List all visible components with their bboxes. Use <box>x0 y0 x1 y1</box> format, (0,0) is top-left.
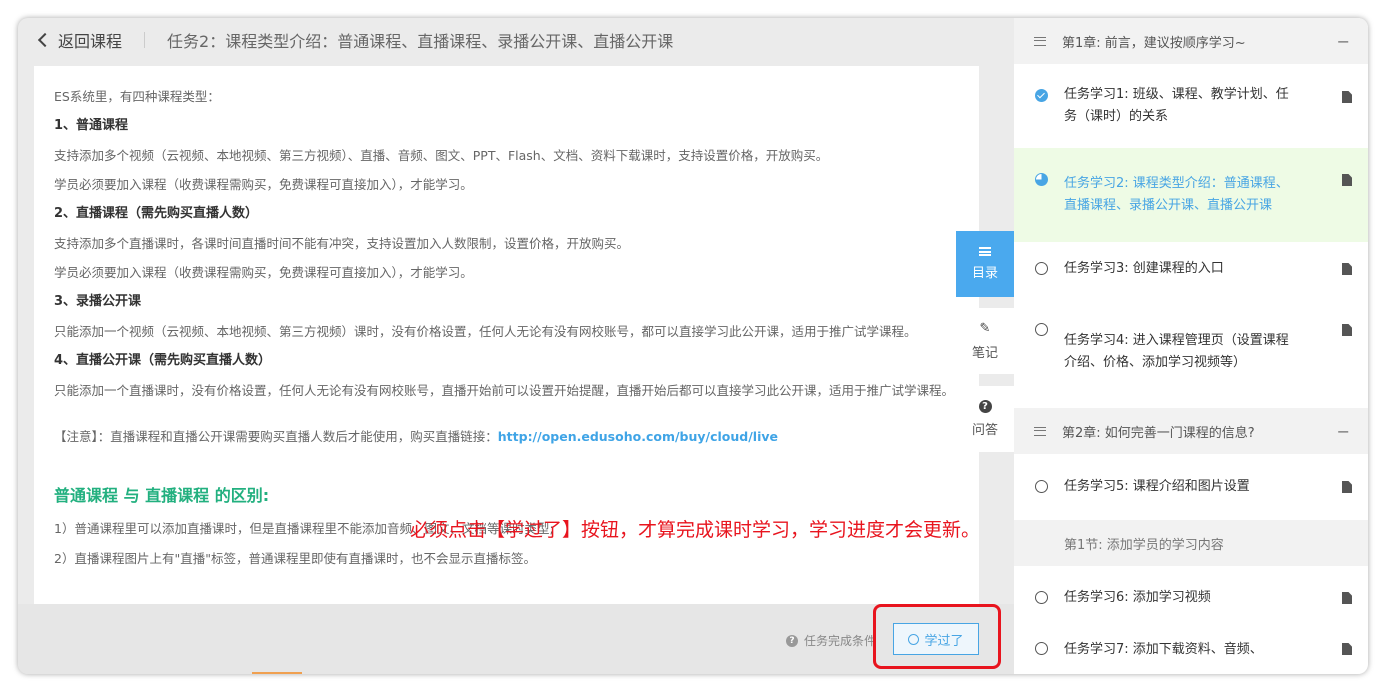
tab-qa-label: 问答 <box>971 423 998 438</box>
annotation-text: 必须点击【学过了】按钮，才算完成课时学习，学习进度才会更新。 <box>410 519 981 541</box>
section-1-title: 第1节: 添加学员的学习内容 <box>1064 537 1224 553</box>
document-icon <box>1342 263 1352 275</box>
content-paragraph: ES系统里，有四种课程类型： <box>54 89 220 104</box>
tab-directory[interactable]: 目录 <box>956 231 1014 297</box>
document-icon <box>1342 643 1352 655</box>
chapter-1-title: 第1章: 前言，建议按顺序学习~ <box>1062 35 1246 51</box>
lesson-6-label: 任务学习6: 添加学习视频 <box>1064 590 1211 605</box>
question-circle-icon: ? <box>978 400 992 413</box>
lesson-4-label: 任务学习4: 进入课程管理页（设置课程介绍、价格、添加学习视频等） <box>1064 333 1289 370</box>
list-icon <box>1034 36 1046 46</box>
difference-item-2: 2）直播课程图片上有"直播"标签，普通课程里即使有直播课时，也不会显示直播标签。 <box>54 550 536 566</box>
header-divider <box>144 32 146 48</box>
content-paragraph: 学员必须要加入课程（收费课程需购买，免费课程可直接加入），才能学习。 <box>54 265 473 281</box>
not-started-icon <box>1035 591 1048 604</box>
document-icon <box>1342 174 1352 186</box>
content-paragraphs: ES系统里，有四种课程类型： 1、普通课程支持添加多个视频（云视频、本地视频、第三… <box>54 88 959 400</box>
in-progress-icon <box>1035 173 1048 186</box>
pencil-icon: ✎ <box>979 321 991 336</box>
tab-qa[interactable]: ? 问答 <box>956 386 1014 452</box>
not-started-icon <box>1035 642 1048 655</box>
document-icon <box>1342 91 1352 103</box>
lesson-item-3[interactable]: 任务学习3: 创建课程的入口 <box>1014 242 1368 296</box>
top-header: 返回课程 任务2：课程类型介绍：普通课程、直播课程、录播公开课、直播公开课 <box>18 18 1014 62</box>
lesson-2-label: 任务学习2: 课程类型介绍：普通课程、直播课程、录播公开课、直播公开课 <box>1064 176 1289 213</box>
content-paragraph: 只能添加一个直播课时，没有价格设置，任何人无论有没有网校账号，直播开始前可以设置… <box>54 383 955 399</box>
lesson-item-6[interactable]: 任务学习6: 添加学习视频 <box>1014 566 1368 630</box>
section-heading: 2、直播课程（需先购买直播人数） <box>54 206 259 222</box>
app-window: 返回课程 任务2：课程类型介绍：普通课程、直播课程、录播公开课、直播公开课 ES… <box>18 18 1368 674</box>
chevron-left-icon <box>37 32 53 48</box>
content-paragraph: 支持添加多个视频（云视频、本地视频、第三方视频）、直播、音频、图文、PPT、Fl… <box>54 147 829 163</box>
not-started-icon <box>1035 480 1048 493</box>
list-icon <box>1034 426 1046 436</box>
completed-icon <box>1035 89 1048 102</box>
lesson-1-label: 任务学习1: 班级、课程、教学计划、任务（课时）的关系 <box>1064 87 1289 124</box>
lesson-item-7[interactable]: 任务学习7: 添加下载资料、音频、 <box>1014 630 1368 670</box>
difference-title: 普通课程 与 直播课程 的区别: <box>54 486 270 506</box>
tab-notes[interactable]: ✎ 笔记 <box>956 308 1014 374</box>
not-started-icon <box>1035 262 1048 275</box>
menu-icon <box>979 247 991 256</box>
task-condition[interactable]: ? 任务完成条件 <box>786 632 876 649</box>
not-started-icon <box>1035 323 1048 336</box>
document-icon <box>1342 592 1352 604</box>
highlight-box <box>873 604 1001 669</box>
collapse-icon[interactable]: − <box>1337 32 1350 51</box>
section-heading: 3、录播公开课 <box>54 294 142 310</box>
content-paragraph: 支持添加多个直播课时，各课时间直播时间不能有冲突，支持设置加入人数限制，设置价格… <box>54 236 630 252</box>
back-label: 返回课程 <box>58 32 123 51</box>
task-title: 任务2：课程类型介绍：普通课程、直播课程、录播公开课、直播公开课 <box>167 32 674 51</box>
bottom-bar: ? 任务完成条件 学过了 <box>18 604 1014 674</box>
collapse-icon[interactable]: − <box>1337 422 1350 441</box>
note-paragraph: 【注意】：直播课程和直播公开课需要购买直播人数后才能使用，购买直播链接：http… <box>54 428 959 446</box>
lesson-3-label: 任务学习3: 创建课程的入口 <box>1064 261 1224 276</box>
document-icon <box>1342 481 1352 493</box>
section-heading: 4、直播公开课（需先购买直播人数） <box>54 353 272 369</box>
document-icon <box>1342 324 1352 336</box>
question-icon: ? <box>786 634 798 647</box>
lesson-7-label: 任务学习7: 添加下载资料、音频、 <box>1064 642 1263 657</box>
chapter-1[interactable]: 第1章: 前言，建议按顺序学习~ − <box>1014 18 1368 64</box>
back-to-course-link[interactable]: 返回课程 <box>37 28 123 52</box>
lesson-item-2[interactable]: 任务学习2: 课程类型介绍：普通课程、直播课程、录播公开课、直播公开课 <box>1014 148 1368 242</box>
content-paragraph: 只能添加一个视频（云视频、本地视频、第三方视频）课时，没有价格设置，任何人无论有… <box>54 324 917 340</box>
lesson-5-label: 任务学习5: 课程介绍和图片设置 <box>1064 479 1250 494</box>
note-text: 【注意】：直播课程和直播公开课需要购买直播人数后才能使用，购买直播链接： <box>54 429 498 445</box>
tab-notes-label: 笔记 <box>971 346 998 361</box>
section-1: 第1节: 添加学员的学习内容 <box>1014 520 1368 566</box>
lesson-item-1[interactable]: 任务学习1: 班级、课程、教学计划、任务（课时）的关系 <box>1014 64 1368 148</box>
lesson-item-4[interactable]: 任务学习4: 进入课程管理页（设置课程介绍、价格、添加学习视频等） <box>1014 296 1368 408</box>
condition-label: 任务完成条件 <box>804 634 877 648</box>
lesson-item-5[interactable]: 任务学习5: 课程介绍和图片设置 <box>1014 454 1368 520</box>
chapter-2[interactable]: 第2章: 如何完善一门课程的信息? − <box>1014 408 1368 454</box>
buy-live-link[interactable]: http://open.edusoho.com/buy/cloud/live <box>498 429 778 444</box>
tab-directory-label: 目录 <box>971 266 998 281</box>
course-sidebar: 第1章: 前言，建议按顺序学习~ − 任务学习1: 班级、课程、教学计划、任务（… <box>1014 18 1368 674</box>
chapter-2-title: 第2章: 如何完善一门课程的信息? <box>1062 425 1255 441</box>
section-heading: 1、普通课程 <box>54 118 129 134</box>
progress-strip <box>252 672 302 674</box>
content-paragraph: 学员必须要加入课程（收费课程需购买，免费课程可直接加入），才能学习。 <box>54 177 473 193</box>
